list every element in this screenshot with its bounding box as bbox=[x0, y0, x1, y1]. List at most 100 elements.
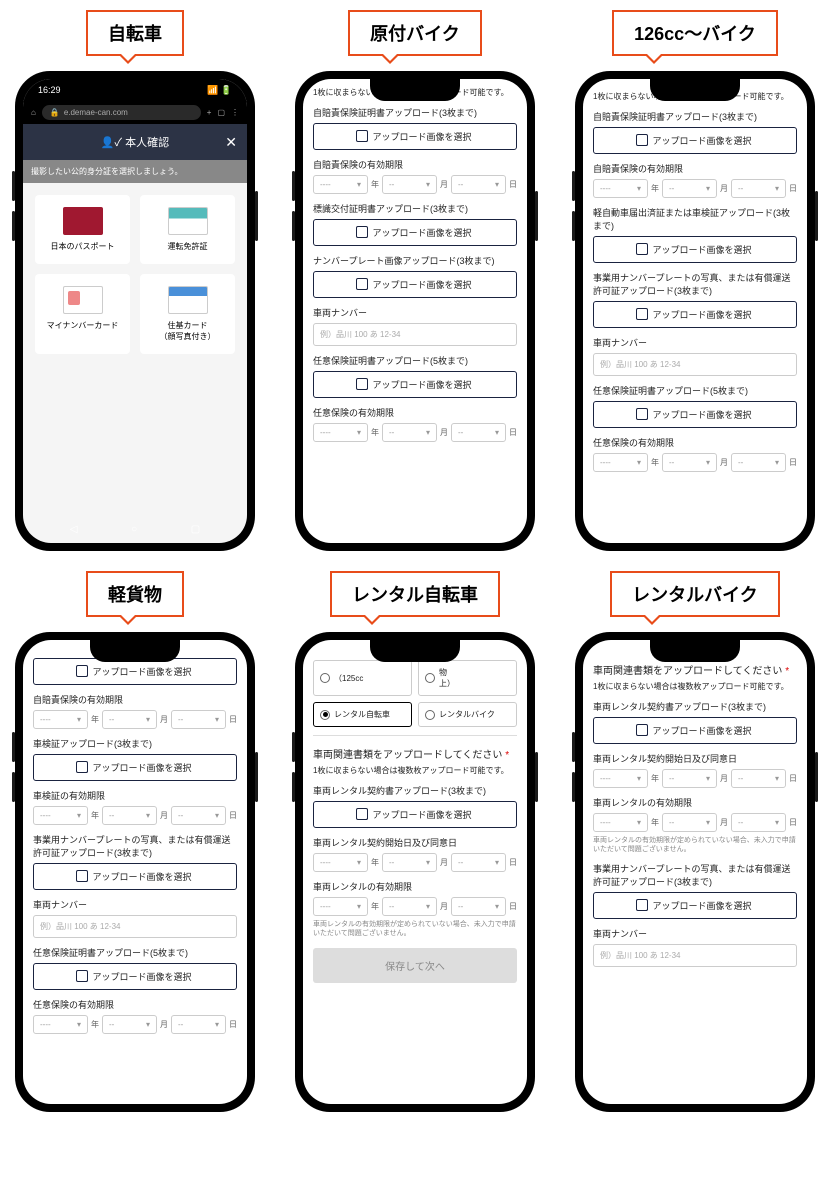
date-picker[interactable]: ----▾年--▾月--▾日 bbox=[593, 453, 797, 472]
phone-frame: 16:29📶 🔋 ⌂ 🔒e.demae-can.com + ▢ ⋮ 👤✓ 本人確… bbox=[15, 71, 255, 551]
phone-frame: 車両関連書類をアップロードしてください * 1枚に収まらない場合は複数枚アップロ… bbox=[575, 632, 815, 1112]
home-icon[interactable]: ⌂ bbox=[31, 108, 36, 117]
upload-icon bbox=[638, 245, 648, 255]
date-picker[interactable]: ----▾年--▾月--▾日 bbox=[33, 710, 237, 729]
upload-icon bbox=[638, 410, 648, 420]
vehicle-number-input[interactable]: 例）品川 100 あ 12-34 bbox=[593, 944, 797, 967]
close-icon[interactable]: ✕ bbox=[225, 134, 237, 151]
info-bar: 撮影したい公的身分証を選択しましょう。 bbox=[23, 160, 247, 183]
android-nav: ◁○▢ bbox=[23, 520, 247, 539]
upload-icon bbox=[358, 810, 368, 820]
field-label: 自賠責保険の有効期限 bbox=[33, 693, 237, 706]
date-picker[interactable]: ----▾年--▾月--▾日 bbox=[33, 1015, 237, 1034]
vehicle-number-input[interactable]: 例）品川 100 あ 12-34 bbox=[593, 353, 797, 376]
radio-rental-motorbike[interactable]: レンタルバイク bbox=[418, 702, 517, 727]
upload-note: 1枚に収まらない場合は複数枚アップロード可能です。 bbox=[313, 765, 517, 776]
upload-button[interactable]: アップロード画像を選択 bbox=[593, 717, 797, 744]
upload-icon bbox=[358, 132, 368, 142]
field-label: 任意保険証明書アップロード(5枚まで) bbox=[33, 946, 237, 959]
phone-frame: （125cc 物 上） レンタル自転車 レンタルバイク 車両関連書類をアップロー… bbox=[295, 632, 535, 1112]
upload-button[interactable]: アップロード画像を選択 bbox=[593, 236, 797, 263]
id-option-license[interactable]: 運転免許証 bbox=[140, 195, 235, 264]
field-label: 車両レンタル契約開始日及び同意日 bbox=[313, 836, 517, 849]
field-label: 事業用ナンバープレートの写真、または有償運送許可証アップロード(3枚まで) bbox=[593, 862, 797, 888]
date-picker[interactable]: ----▾年--▾月--▾日 bbox=[313, 423, 517, 442]
field-label: 車両レンタル契約開始日及び同意日 bbox=[593, 752, 797, 765]
upload-icon bbox=[78, 667, 88, 677]
upload-icon bbox=[358, 380, 368, 390]
field-label: 車両レンタル契約書アップロード(3枚まで) bbox=[313, 784, 517, 797]
vehicle-number-input[interactable]: 例）品川 100 あ 12-34 bbox=[33, 915, 237, 938]
upload-button[interactable]: アップロード画像を選択 bbox=[33, 863, 237, 890]
id-option-juki[interactable]: 住基カード （顔写真付き） bbox=[140, 274, 235, 354]
field-label: 車両レンタルの有効期限 bbox=[593, 796, 797, 809]
upload-button[interactable]: アップロード画像を選択 bbox=[593, 892, 797, 919]
date-picker[interactable]: ----▾年--▾月--▾日 bbox=[593, 769, 797, 788]
upload-icon bbox=[78, 763, 88, 773]
upload-button[interactable]: アップロード画像を選択 bbox=[593, 301, 797, 328]
phone-frame: 1枚に収まらない場合は複数枚アップロード可能です。 自賠責保険証明書アップロード… bbox=[295, 71, 535, 551]
category-label: レンタルバイク bbox=[610, 571, 780, 617]
upload-button[interactable]: アップロード画像を選択 bbox=[593, 127, 797, 154]
upload-button[interactable]: アップロード画像を選択 bbox=[313, 123, 517, 150]
url-bar[interactable]: 🔒e.demae-can.com bbox=[42, 105, 201, 120]
section-title: 車両関連書類をアップロードしてください * bbox=[313, 746, 517, 761]
upload-button[interactable]: アップロード画像を選択 bbox=[33, 963, 237, 990]
upload-button[interactable]: アップロード画像を選択 bbox=[313, 219, 517, 246]
field-label: 車検証アップロード(3枚まで) bbox=[33, 737, 237, 750]
upload-button[interactable]: アップロード画像を選択 bbox=[313, 271, 517, 298]
section-title: 車両関連書類をアップロードしてください * bbox=[593, 662, 797, 677]
field-label: ナンバープレート画像アップロード(3枚まで) bbox=[313, 254, 517, 267]
date-picker[interactable]: ----▾年--▾月--▾日 bbox=[313, 175, 517, 194]
id-option-mynumber[interactable]: マイナンバーカード bbox=[35, 274, 130, 354]
field-label: 自賠責保険の有効期限 bbox=[313, 158, 517, 171]
field-label: 車両ナンバー bbox=[313, 306, 517, 319]
menu-icon[interactable]: ⋮ bbox=[231, 108, 239, 117]
upload-icon bbox=[78, 972, 88, 982]
page-header: 👤✓ 本人確認 ✕ bbox=[23, 124, 247, 160]
radio-125cc[interactable]: （125cc bbox=[313, 660, 412, 696]
field-label: 車両ナンバー bbox=[593, 336, 797, 349]
category-label: 自転車 bbox=[86, 10, 184, 56]
save-next-button[interactable]: 保存して次へ bbox=[313, 948, 517, 983]
vehicle-number-input[interactable]: 例）品川 100 あ 12-34 bbox=[313, 323, 517, 346]
id-option-passport[interactable]: 日本のパスポート bbox=[35, 195, 130, 264]
upload-button[interactable]: アップロード画像を選択 bbox=[593, 401, 797, 428]
date-picker[interactable]: ----▾年--▾月--▾日 bbox=[593, 813, 797, 832]
field-label: 車両ナンバー bbox=[33, 898, 237, 911]
field-label: 任意保険証明書アップロード(5枚まで) bbox=[313, 354, 517, 367]
upload-note: 1枚に収まらない場合は複数枚アップロード可能です。 bbox=[593, 681, 797, 692]
date-picker[interactable]: ----▾年--▾月--▾日 bbox=[33, 806, 237, 825]
tabs-icon[interactable]: ▢ bbox=[217, 108, 225, 117]
upload-icon bbox=[358, 228, 368, 238]
field-label: 車両レンタルの有効期限 bbox=[313, 880, 517, 893]
radio-rental-bicycle[interactable]: レンタル自転車 bbox=[313, 702, 412, 727]
upload-icon bbox=[638, 726, 648, 736]
phone-frame: アップロード画像を選択 自賠責保険の有効期限 ----▾年--▾月--▾日 車検… bbox=[15, 632, 255, 1112]
field-label: 車両レンタル契約書アップロード(3枚まで) bbox=[593, 700, 797, 713]
field-label: 任意保険証明書アップロード(5枚まで) bbox=[593, 384, 797, 397]
phone-frame: 1枚に収まらない場合は複数枚アップロード可能です。 自賠責保険証明書アップロード… bbox=[575, 71, 815, 551]
upload-button[interactable]: アップロード画像を選択 bbox=[33, 658, 237, 685]
upload-icon bbox=[638, 310, 648, 320]
radio-other[interactable]: 物 上） bbox=[418, 660, 517, 696]
field-label: 任意保険の有効期限 bbox=[313, 406, 517, 419]
helper-text: 車両レンタルの有効期限が定められていない場合、未入力で申請いただいて問題ございま… bbox=[313, 920, 517, 938]
upload-icon bbox=[638, 136, 648, 146]
field-label: 軽自動車届出済証または車検証アップロード(3枚まで) bbox=[593, 206, 797, 232]
date-picker[interactable]: ----▾年--▾月--▾日 bbox=[593, 179, 797, 198]
helper-text: 車両レンタルの有効期限が定められていない場合、未入力で申請いただいて問題ございま… bbox=[593, 836, 797, 854]
field-label: 自賠責保険証明書アップロード(3枚まで) bbox=[313, 106, 517, 119]
category-label: レンタル自転車 bbox=[330, 571, 500, 617]
field-label: 車両ナンバー bbox=[593, 927, 797, 940]
browser-bar: ⌂ 🔒e.demae-can.com + ▢ ⋮ bbox=[23, 101, 247, 124]
upload-icon bbox=[358, 280, 368, 290]
date-picker[interactable]: ----▾年--▾月--▾日 bbox=[313, 897, 517, 916]
field-label: 車検証の有効期限 bbox=[33, 789, 237, 802]
field-label: 任意保険の有効期限 bbox=[593, 436, 797, 449]
upload-button[interactable]: アップロード画像を選択 bbox=[313, 371, 517, 398]
add-tab-icon[interactable]: + bbox=[207, 108, 212, 117]
upload-button[interactable]: アップロード画像を選択 bbox=[33, 754, 237, 781]
date-picker[interactable]: ----▾年--▾月--▾日 bbox=[313, 853, 517, 872]
upload-button[interactable]: アップロード画像を選択 bbox=[313, 801, 517, 828]
